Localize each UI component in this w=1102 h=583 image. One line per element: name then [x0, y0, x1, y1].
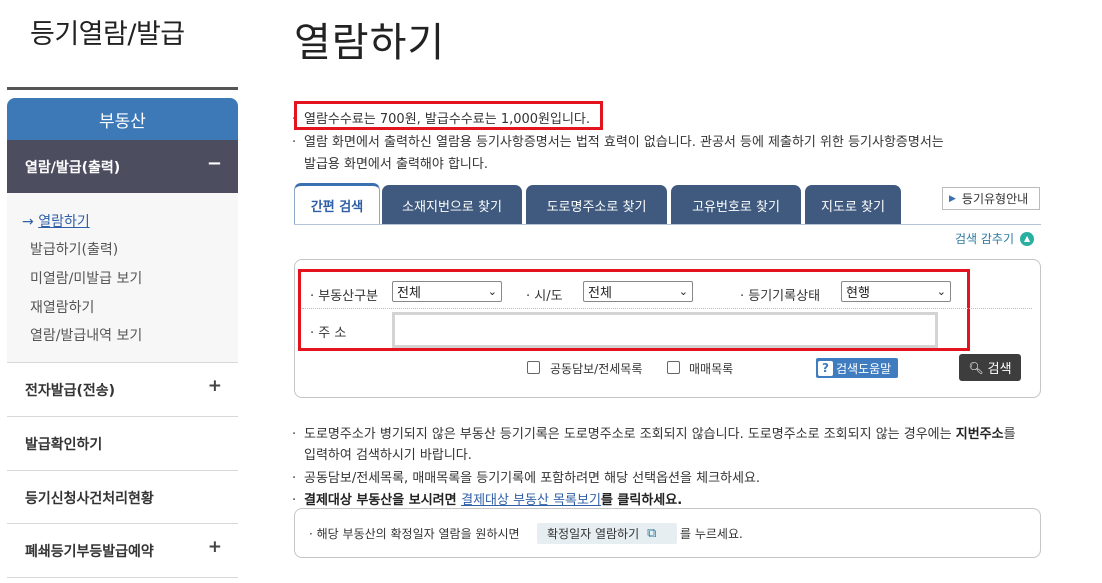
sidebar-header-real-estate[interactable]: 부동산: [7, 98, 238, 140]
sidebar-divider: [7, 87, 238, 90]
sidebar-item-e-issue[interactable]: 전자발급(전송) +: [7, 362, 238, 416]
confirm-date-text: · 해당 부동산의 확정일자 열람을 원하시면: [309, 527, 520, 541]
checkbox-label[interactable]: 공동담보/전세목록: [550, 360, 642, 377]
search-button[interactable]: 🔍︎ 검색: [959, 354, 1021, 381]
sidebar-item-label: 발급확인하기: [25, 436, 103, 453]
tab-unique-number[interactable]: 고유번호로 찾기: [671, 185, 801, 225]
tab-map[interactable]: 지도로 찾기: [805, 185, 901, 225]
page-title: 열람하기: [294, 20, 446, 66]
sidebar-item-case-status[interactable]: 등기신청사건처리현황: [7, 470, 238, 524]
joint-collateral-checkbox[interactable]: [527, 361, 540, 374]
payment-list-link[interactable]: 결제대상 부동산 목록보기: [461, 493, 601, 508]
bullet-icon: ·: [292, 135, 297, 150]
tab-simple-search[interactable]: 간편 검색: [294, 183, 380, 225]
question-icon: ?: [818, 360, 833, 376]
sidebar-item-closed-register[interactable]: 폐쇄등기부등발급예약 +: [7, 523, 238, 577]
submenu-item-review[interactable]: 재열람하기: [30, 297, 94, 317]
bullet-icon: ·: [292, 427, 297, 442]
sidebar-item-issue-check[interactable]: 발급확인하기: [7, 416, 238, 470]
city-select[interactable]: 전체 ⌄: [583, 281, 693, 302]
tab-underline: [294, 224, 1041, 225]
submenu-item-view[interactable]: → 열람하기: [22, 211, 90, 231]
address-input[interactable]: [392, 312, 938, 348]
confirm-date-view-button[interactable]: 확정일자 열람하기 ⧉: [537, 523, 677, 544]
collapse-icon[interactable]: −: [207, 153, 222, 174]
chevron-down-icon: ⌄: [678, 285, 688, 298]
arrow-right-icon: →: [22, 214, 34, 230]
submenu-item-label: 열람하기: [38, 214, 90, 230]
submenu-item-issue[interactable]: 발급하기(출력): [30, 239, 118, 259]
notice-text: 열람 화면에서 출력하신 열람용 등기사항증명서는 법적 효력이 없습니다. 관…: [304, 135, 944, 150]
button-label: 등기유형안내: [961, 192, 1029, 206]
confirm-date-tail: 를 누르세요.: [680, 527, 743, 541]
submenu-item-history[interactable]: 열람/발급내역 보기: [30, 325, 142, 345]
info-options: · 공동담보/전세목록, 매매목록을 등기기록에 포함하려면 해당 선택옵션을 체…: [292, 471, 761, 486]
checkbox-label[interactable]: 매매목록: [689, 360, 733, 377]
record-status-select[interactable]: 현행 ⌄: [841, 281, 951, 302]
info-road-address-cont: 입력하여 검색하시기 바랍니다.: [304, 448, 472, 463]
submenu-item-unviewed[interactable]: 미열람/미발급 보기: [30, 268, 142, 288]
notice-legal: · 열람 화면에서 출력하신 열람용 등기사항증명서는 법적 효력이 없습니다. …: [292, 131, 944, 150]
status-label: · 등기기록상태: [740, 289, 821, 304]
toggle-label: 검색 감추기: [955, 232, 1015, 246]
sales-list-checkbox[interactable]: [667, 361, 680, 374]
external-link-icon: ⧉: [647, 526, 657, 541]
registry-type-guide-button[interactable]: ▶ 등기유형안내: [942, 187, 1040, 210]
sidebar-title: 등기열람/발급: [30, 19, 185, 50]
search-icon: 🔍︎: [968, 360, 984, 375]
bullet-icon: ·: [292, 471, 297, 486]
notice-legal-cont: 발급용 화면에서 출력해야 합니다.: [304, 157, 488, 172]
city-label: · 시/도: [526, 289, 563, 304]
tab-road-address[interactable]: 도로명주소로 찾기: [526, 185, 667, 225]
form-divider: [302, 308, 1032, 309]
address-label: · 주 소: [310, 326, 347, 341]
type-label: · 부동산구분: [310, 289, 379, 304]
tab-lot-number[interactable]: 소재지번으로 찾기: [382, 185, 522, 225]
button-label: 검색도움말: [836, 361, 892, 376]
button-label: 검색: [987, 362, 1012, 377]
highlight-box: [294, 101, 603, 130]
search-help-button[interactable]: ? 검색도움말: [816, 358, 898, 378]
bullet-icon: ·: [292, 493, 297, 508]
sidebar-item-view-issue[interactable]: 열람/발급(출력) −: [7, 140, 238, 193]
chevron-down-icon: ⌄: [487, 285, 497, 298]
sidebar-item-label: 등기신청사건처리현황: [25, 490, 154, 507]
info-road-address: · 도로명주소가 병기되지 않은 부동산 등기기록은 도로명주소로 조회되지 않습…: [292, 427, 1016, 442]
button-label: 확정일자 열람하기: [547, 527, 640, 541]
property-type-select[interactable]: 전체 ⌄: [392, 281, 502, 302]
chevron-up-icon: ▲: [1020, 231, 1035, 246]
sidebar-item-label: 열람/발급(출력): [25, 159, 121, 176]
hide-search-toggle[interactable]: 검색 감추기 ▲: [955, 230, 1035, 247]
chevron-down-icon: ⌄: [936, 285, 946, 298]
triangle-right-icon: ▶: [949, 193, 956, 204]
sidebar-divider: [7, 577, 238, 578]
bullet-icon: ·: [309, 527, 317, 541]
expand-icon[interactable]: +: [208, 376, 222, 396]
expand-icon[interactable]: +: [208, 537, 222, 557]
info-payment: · 결제대상 부동산을 보시려면 결제대상 부동산 목록보기를 클릭하세요.: [292, 493, 683, 508]
sidebar-item-label: 전자발급(전송): [25, 382, 116, 399]
sidebar-item-label: 폐쇄등기부등발급예약: [25, 543, 154, 560]
